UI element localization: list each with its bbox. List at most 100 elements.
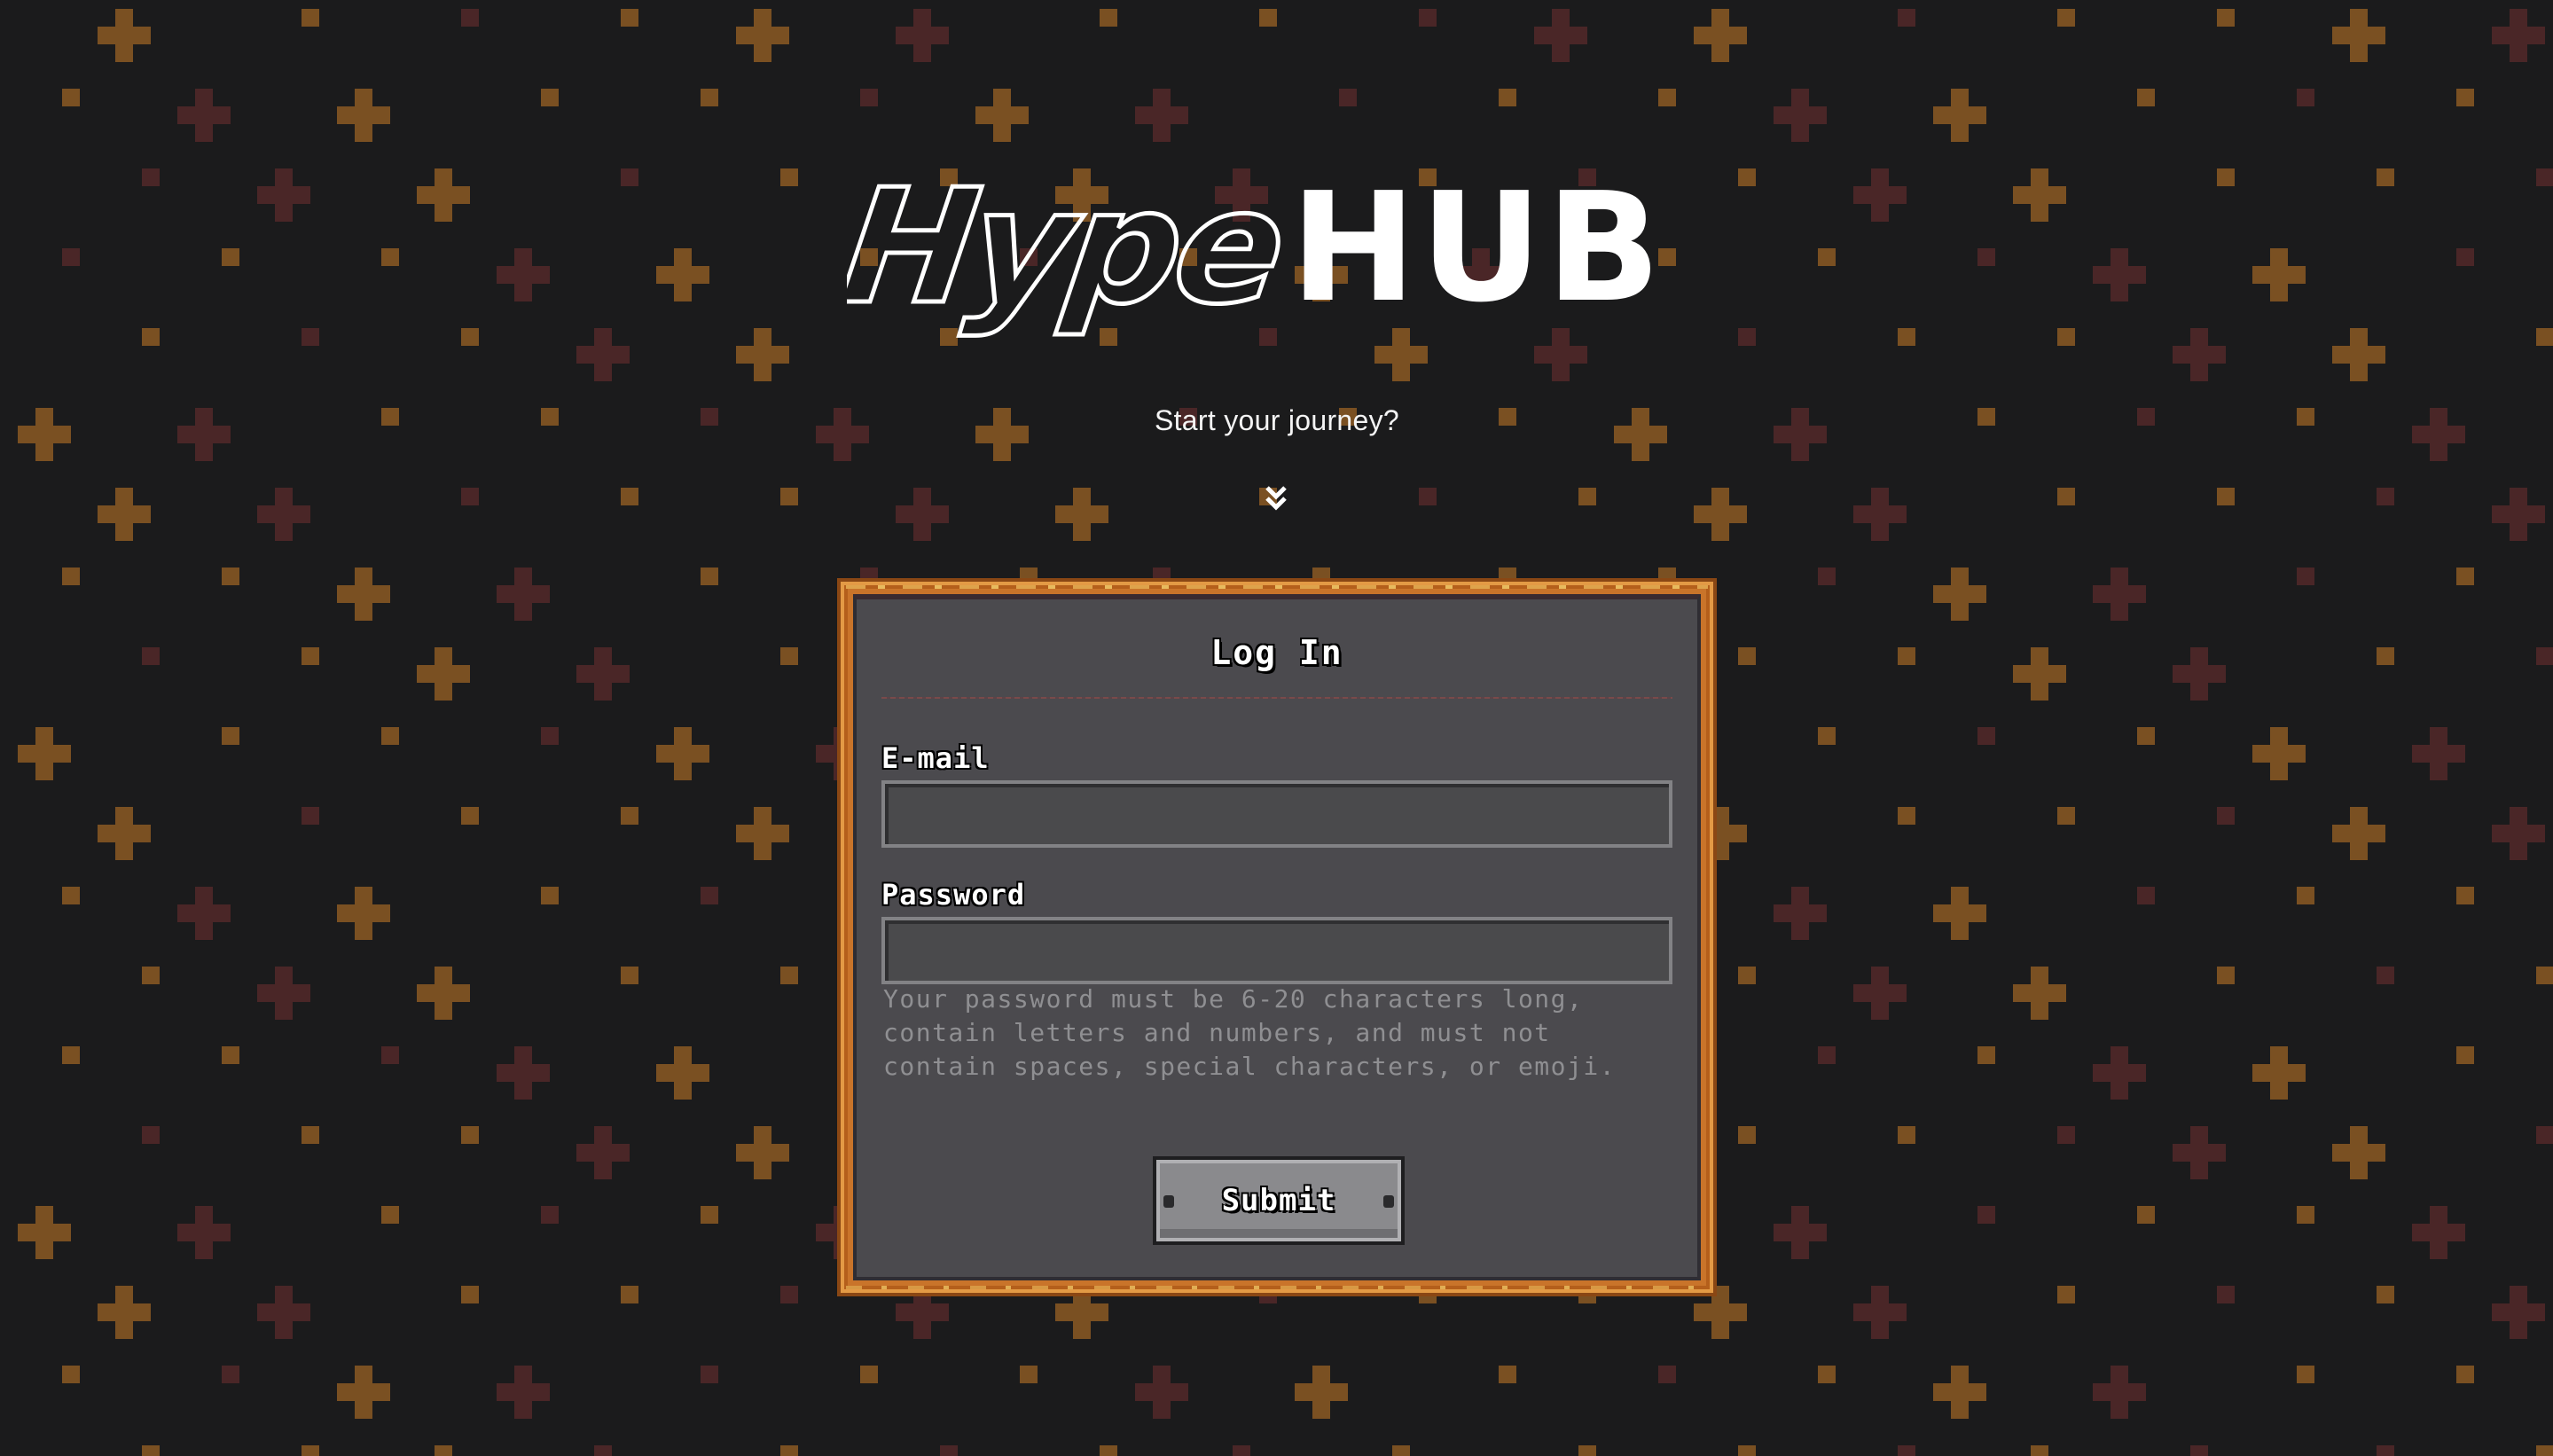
plus-decoration [337, 1366, 390, 1419]
plus-decoration [1774, 1206, 1827, 1259]
plus-decoration [1055, 488, 1108, 541]
dot-decoration [381, 727, 399, 745]
dot-decoration [142, 168, 160, 186]
dot-decoration [780, 488, 798, 505]
dot-decoration [2137, 408, 2155, 426]
dot-decoration [1977, 248, 1995, 266]
plus-decoration [2093, 248, 2146, 301]
dot-decoration [381, 1206, 399, 1224]
plus-decoration [736, 9, 789, 62]
plus-decoration [2492, 807, 2545, 860]
dot-decoration [1738, 168, 1756, 186]
dot-decoration [1419, 9, 1437, 27]
plus-decoration [177, 89, 231, 142]
plus-decoration [2252, 1046, 2306, 1100]
dot-decoration [1339, 89, 1357, 106]
dot-decoration [2377, 967, 2394, 984]
dot-decoration [461, 1286, 479, 1303]
dot-decoration [780, 1286, 798, 1303]
plus-decoration [417, 967, 470, 1020]
dot-decoration [2377, 1445, 2394, 1456]
dot-decoration [381, 408, 399, 426]
logo-hype-text: Hype [847, 168, 1291, 340]
dot-decoration [1738, 1126, 1756, 1144]
plus-decoration [98, 488, 151, 541]
plus-decoration [656, 1046, 709, 1100]
hypehub-logo: Hype HUB [847, 168, 1661, 341]
plus-decoration [417, 647, 470, 701]
dot-decoration [780, 967, 798, 984]
plus-decoration [1233, 1445, 1250, 1456]
plus-decoration [2492, 1286, 2545, 1339]
dot-decoration [222, 1366, 239, 1383]
dot-decoration [2536, 1126, 2553, 1144]
plus-decoration [2332, 9, 2385, 62]
dot-decoration [1818, 248, 1836, 266]
plus-decoration [337, 887, 390, 940]
plus-decoration [177, 1206, 231, 1259]
plus-decoration [2332, 328, 2385, 381]
dot-decoration [2217, 168, 2235, 186]
dot-decoration [461, 328, 479, 346]
dot-decoration [1259, 9, 1277, 27]
login-form: Log In E-mail Password Your password mus… [853, 594, 1701, 1280]
dot-decoration [302, 9, 319, 27]
email-label: E-mail [881, 741, 990, 775]
plus-decoration [98, 9, 151, 62]
plus-decoration [1774, 887, 1827, 940]
dot-decoration [1898, 1445, 1915, 1456]
double-chevron-down-icon[interactable] [1263, 484, 1289, 513]
dot-decoration [2297, 89, 2314, 106]
dot-decoration [2536, 168, 2553, 186]
title-divider [881, 697, 1672, 699]
dot-decoration [541, 1206, 559, 1224]
dot-decoration [1578, 488, 1596, 505]
plus-decoration [257, 967, 310, 1020]
dot-decoration [2297, 408, 2314, 426]
plus-decoration [497, 1366, 550, 1419]
dot-decoration [2456, 1046, 2474, 1064]
dot-decoration [1898, 647, 1915, 665]
plus-decoration [2332, 1126, 2385, 1179]
plus-decoration [1933, 1366, 1986, 1419]
plus-decoration [2093, 568, 2146, 621]
dot-decoration [701, 408, 718, 426]
plus-decoration [2093, 1366, 2146, 1419]
plus-decoration [2190, 1445, 2208, 1456]
plus-decoration [257, 168, 310, 222]
password-field[interactable] [881, 917, 1672, 984]
dot-decoration [381, 248, 399, 266]
dot-decoration [142, 967, 160, 984]
dot-decoration [621, 9, 638, 27]
dot-decoration [1898, 9, 1915, 27]
plus-decoration [2412, 408, 2465, 461]
dot-decoration [621, 488, 638, 505]
plus-decoration [2093, 1046, 2146, 1100]
dot-decoration [2217, 9, 2235, 27]
dot-decoration [621, 967, 638, 984]
dot-decoration [142, 1445, 160, 1456]
dot-decoration [2377, 647, 2394, 665]
plus-decoration [257, 1286, 310, 1339]
plus-decoration [2013, 168, 2066, 222]
dot-decoration [2057, 488, 2075, 505]
dot-decoration [2377, 1286, 2394, 1303]
dot-decoration [1977, 1046, 1995, 1064]
plus-decoration [435, 1445, 452, 1456]
plus-decoration [656, 248, 709, 301]
plus-decoration [2013, 647, 2066, 701]
plus-decoration [816, 408, 869, 461]
dot-decoration [62, 568, 80, 585]
plus-decoration [337, 89, 390, 142]
dot-decoration [142, 647, 160, 665]
dot-decoration [2377, 168, 2394, 186]
dot-decoration [621, 807, 638, 825]
submit-button[interactable]: Submit [1153, 1156, 1405, 1245]
plus-decoration [2492, 9, 2545, 62]
dot-decoration [1419, 488, 1437, 505]
dot-decoration [222, 727, 239, 745]
dot-decoration [2057, 9, 2075, 27]
dot-decoration [2536, 967, 2553, 984]
email-field[interactable] [881, 780, 1672, 848]
dot-decoration [541, 408, 559, 426]
